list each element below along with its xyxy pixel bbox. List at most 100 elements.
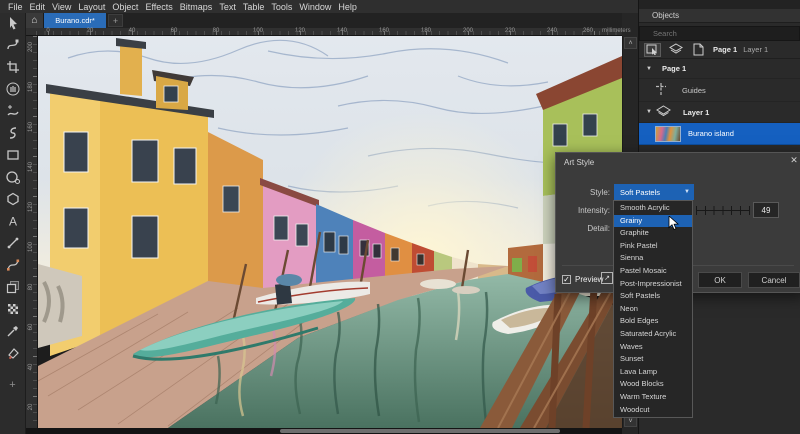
- svg-text:A: A: [8, 215, 16, 229]
- search-input[interactable]: [639, 26, 800, 41]
- drawing-canvas[interactable]: [38, 36, 622, 428]
- tree-row-layer[interactable]: ▼ Layer 1: [639, 102, 800, 123]
- style-option-highlighted[interactable]: Grainy: [614, 214, 692, 228]
- style-option[interactable]: Waves: [614, 341, 692, 354]
- fill-tool-icon[interactable]: [5, 346, 21, 360]
- chevron-down-icon[interactable]: ▼: [646, 66, 654, 72]
- style-option[interactable]: Saturated Acrylic: [614, 328, 692, 341]
- menu-layout[interactable]: Layout: [78, 2, 105, 12]
- menu-window[interactable]: Window: [299, 2, 331, 12]
- ruler-tick: 160: [28, 122, 34, 133]
- dialog-title: Art Style: [564, 158, 595, 167]
- shape-tool-icon[interactable]: [5, 38, 21, 52]
- artistic-media-tool-icon[interactable]: [5, 126, 21, 140]
- menu-text[interactable]: Text: [219, 2, 236, 12]
- transparency-tool-icon[interactable]: [5, 302, 21, 316]
- menu-bitmaps[interactable]: Bitmaps: [180, 2, 213, 12]
- ruler-unit-label: millimeters: [602, 28, 631, 34]
- pick-tool-icon[interactable]: [5, 16, 21, 30]
- breadcrumb-layer[interactable]: Layer 1: [743, 45, 768, 54]
- layers-icon[interactable]: [667, 43, 684, 57]
- intensity-slider[interactable]: [696, 206, 750, 215]
- ok-button[interactable]: OK: [698, 272, 742, 288]
- panel-breadcrumb: Page 1 Layer 1: [639, 41, 800, 59]
- style-option[interactable]: Warm Texture: [614, 391, 692, 404]
- guides-icon: [654, 82, 668, 98]
- document-tab[interactable]: Burano.cdr*: [44, 13, 106, 28]
- intensity-value[interactable]: 49: [753, 202, 779, 218]
- style-options-list: Smooth Acrylic Grainy Graphite Pink Past…: [613, 200, 693, 419]
- bezier-tool-icon[interactable]: [5, 258, 21, 272]
- polygon-tool-icon[interactable]: [5, 192, 21, 206]
- vertical-ruler: 200 180 160 140 120 100 80 60 40 20: [26, 36, 38, 428]
- style-option[interactable]: Smooth Acrylic: [614, 202, 692, 215]
- tree-row-page[interactable]: ▼ Page 1: [639, 59, 800, 79]
- style-option[interactable]: Sienna: [614, 252, 692, 265]
- ruler-tick: 80: [28, 283, 34, 291]
- guides-label: Guides: [682, 85, 706, 95]
- ruler-tick: 200: [28, 42, 34, 53]
- text-tool-icon[interactable]: A: [5, 214, 21, 229]
- freehand-tool-icon[interactable]: [5, 104, 21, 118]
- cancel-button[interactable]: Cancel: [748, 272, 800, 288]
- menu-object[interactable]: Object: [112, 2, 138, 12]
- eyedropper-tool-icon[interactable]: [5, 324, 21, 338]
- ruler-tick: 20: [86, 28, 94, 34]
- style-option[interactable]: Bold Edges: [614, 315, 692, 328]
- toolbox: A +: [0, 13, 26, 434]
- rectangle-tool-icon[interactable]: [5, 148, 21, 162]
- tree-row-object-selected[interactable]: Burano island: [639, 123, 800, 145]
- style-option[interactable]: Post-Impressionist: [614, 278, 692, 291]
- ruler-tick: 60: [170, 28, 178, 34]
- menu-view[interactable]: View: [52, 2, 71, 12]
- style-option[interactable]: Lava Lamp: [614, 366, 692, 379]
- style-option[interactable]: Pink Pastel: [614, 240, 692, 253]
- layer-label: Layer 1: [683, 107, 710, 117]
- ruler-tick: 100: [252, 28, 264, 34]
- ruler-tick: 180: [420, 28, 432, 34]
- ruler-tick: 40: [128, 28, 136, 34]
- ruler-tick: 40: [28, 363, 34, 371]
- style-option[interactable]: Soft Pastels: [614, 290, 692, 303]
- style-option[interactable]: Pastel Mosaic: [614, 265, 692, 278]
- layer-icon: [656, 104, 671, 120]
- new-document-tab-button[interactable]: +: [108, 14, 123, 27]
- add-tool-button[interactable]: +: [5, 378, 21, 392]
- menu-file[interactable]: File: [8, 2, 23, 12]
- menu-help[interactable]: Help: [338, 2, 357, 12]
- detail-label: Detail:: [587, 224, 610, 233]
- menu-effects[interactable]: Effects: [145, 2, 172, 12]
- style-option[interactable]: Woodcut: [614, 404, 692, 417]
- app-window: File Edit View Layout Object Effects Bit…: [0, 0, 800, 434]
- popout-preview-icon[interactable]: ↗: [601, 272, 613, 284]
- preview-checkbox[interactable]: ✓: [562, 275, 571, 284]
- menu-table[interactable]: Table: [243, 2, 265, 12]
- close-icon[interactable]: ✕: [788, 155, 800, 166]
- style-dropdown[interactable]: Soft Pastels ▼: [614, 184, 694, 200]
- menu-tools[interactable]: Tools: [271, 2, 292, 12]
- menu-edit[interactable]: Edit: [30, 2, 46, 12]
- scroll-up-icon[interactable]: ˄: [624, 37, 637, 49]
- style-option[interactable]: Neon: [614, 303, 692, 316]
- breadcrumb-page[interactable]: Page 1: [713, 45, 737, 54]
- horizontal-scrollbar-thumb[interactable]: [280, 429, 560, 433]
- ellipse-tool-icon[interactable]: [5, 170, 21, 184]
- ruler-tick: 200: [462, 28, 474, 34]
- ruler-tick: 0: [46, 28, 50, 34]
- style-option[interactable]: Wood Blocks: [614, 378, 692, 391]
- tree-row-guides[interactable]: Guides: [639, 79, 800, 102]
- line-tool-icon[interactable]: [5, 236, 21, 250]
- pan-tool-icon[interactable]: [5, 82, 21, 96]
- crop-tool-icon[interactable]: [5, 60, 21, 74]
- page-icon[interactable]: [690, 43, 707, 57]
- horizontal-scrollbar[interactable]: [26, 428, 622, 434]
- style-option[interactable]: Graphite: [614, 227, 692, 240]
- intensity-label: Intensity:: [577, 206, 610, 215]
- chevron-down-icon[interactable]: ▼: [646, 109, 654, 115]
- object-select-icon[interactable]: [644, 42, 661, 57]
- object-label: Burano island: [688, 129, 734, 138]
- drop-shadow-tool-icon[interactable]: [5, 280, 21, 294]
- page-label: Page 1: [662, 64, 687, 73]
- home-icon[interactable]: ⌂: [26, 13, 44, 28]
- style-option[interactable]: Sunset: [614, 353, 692, 366]
